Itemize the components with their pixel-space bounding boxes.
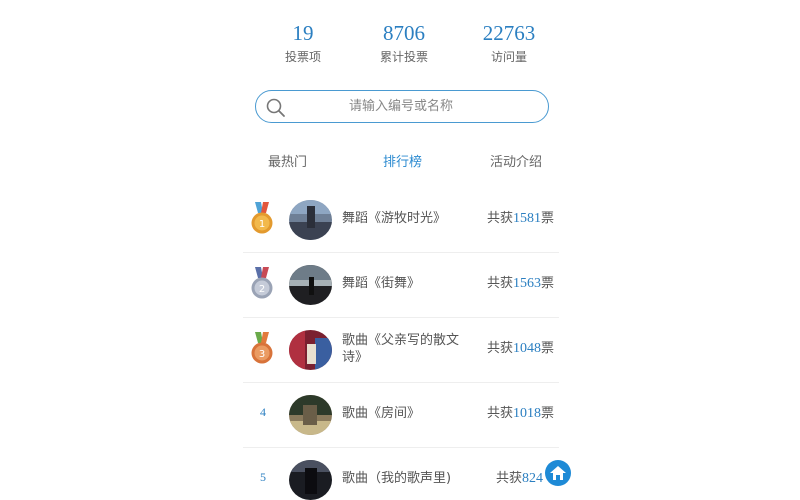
stat-value: 22763 — [482, 21, 536, 45]
search-icon[interactable] — [265, 97, 287, 119]
stat-value: 19 — [292, 21, 314, 45]
stat-visits: 22763 访问量 — [464, 22, 554, 65]
vote-count: 共获1563票 — [487, 276, 555, 291]
stat-label: 访问量 — [490, 50, 527, 64]
avatar — [289, 330, 332, 370]
stat-vote-items: 19 投票项 — [258, 22, 348, 65]
rank-number: 4 — [260, 405, 266, 419]
gold-medal-icon: 1 — [251, 202, 273, 234]
vote-count: 共获1581票 — [487, 211, 555, 226]
list-item[interactable]: 5 歌曲（我的歌声里) 共获824 — [243, 448, 559, 500]
item-title: 歌曲（我的歌声里) — [342, 471, 452, 486]
silver-medal-icon: 2 — [251, 267, 273, 299]
stat-value: 8706 — [383, 21, 425, 45]
list-item[interactable]: 1 舞蹈《游牧时光》 共获1581票 — [243, 188, 559, 253]
list-item[interactable]: 2 舞蹈《街舞》 共获1563票 — [243, 253, 559, 318]
vote-count: 共获824 — [496, 471, 544, 486]
vote-count: 共获1018票 — [487, 406, 555, 421]
rank-number: 5 — [260, 470, 266, 484]
bronze-medal-icon: 3 — [251, 332, 273, 364]
list-item[interactable]: 4 歌曲《房间》 共获1018票 — [243, 383, 559, 448]
avatar — [289, 200, 332, 240]
tab-bar: 最热门 排行榜 活动介绍 — [240, 154, 570, 174]
stat-label: 累计投票 — [379, 50, 428, 64]
item-title: 歌曲《父亲写的散文诗》 — [342, 333, 460, 365]
svg-text:2: 2 — [259, 284, 265, 295]
vote-page: 19 投票项 8706 累计投票 22763 访问量 请输入编号或名称 最热门 … — [0, 0, 800, 500]
svg-text:3: 3 — [259, 349, 265, 360]
item-title: 歌曲《房间》 — [342, 406, 421, 421]
item-title: 舞蹈《游牧时光》 — [342, 211, 447, 226]
list-item[interactable]: 3 歌曲《父亲写的散文诗》 共获1048票 — [243, 318, 559, 383]
stat-label: 投票项 — [284, 50, 321, 64]
search-input[interactable]: 请输入编号或名称 — [255, 90, 549, 123]
stat-total-votes: 8706 累计投票 — [359, 22, 449, 65]
avatar — [289, 395, 332, 435]
item-title: 舞蹈《街舞》 — [342, 276, 421, 291]
avatar — [289, 460, 332, 500]
stats-bar: 19 投票项 8706 累计投票 22763 访问量 — [258, 22, 558, 72]
avatar — [289, 265, 332, 305]
tab-activity-intro[interactable]: 活动介绍 — [490, 154, 542, 172]
vote-count: 共获1048票 — [487, 341, 555, 356]
tab-ranking[interactable]: 排行榜 — [383, 154, 422, 172]
search-placeholder: 请输入编号或名称 — [349, 99, 454, 114]
floating-home-button[interactable] — [545, 460, 571, 486]
home-icon — [550, 466, 566, 480]
svg-text:1: 1 — [259, 219, 265, 230]
tab-hottest[interactable]: 最热门 — [268, 154, 307, 172]
